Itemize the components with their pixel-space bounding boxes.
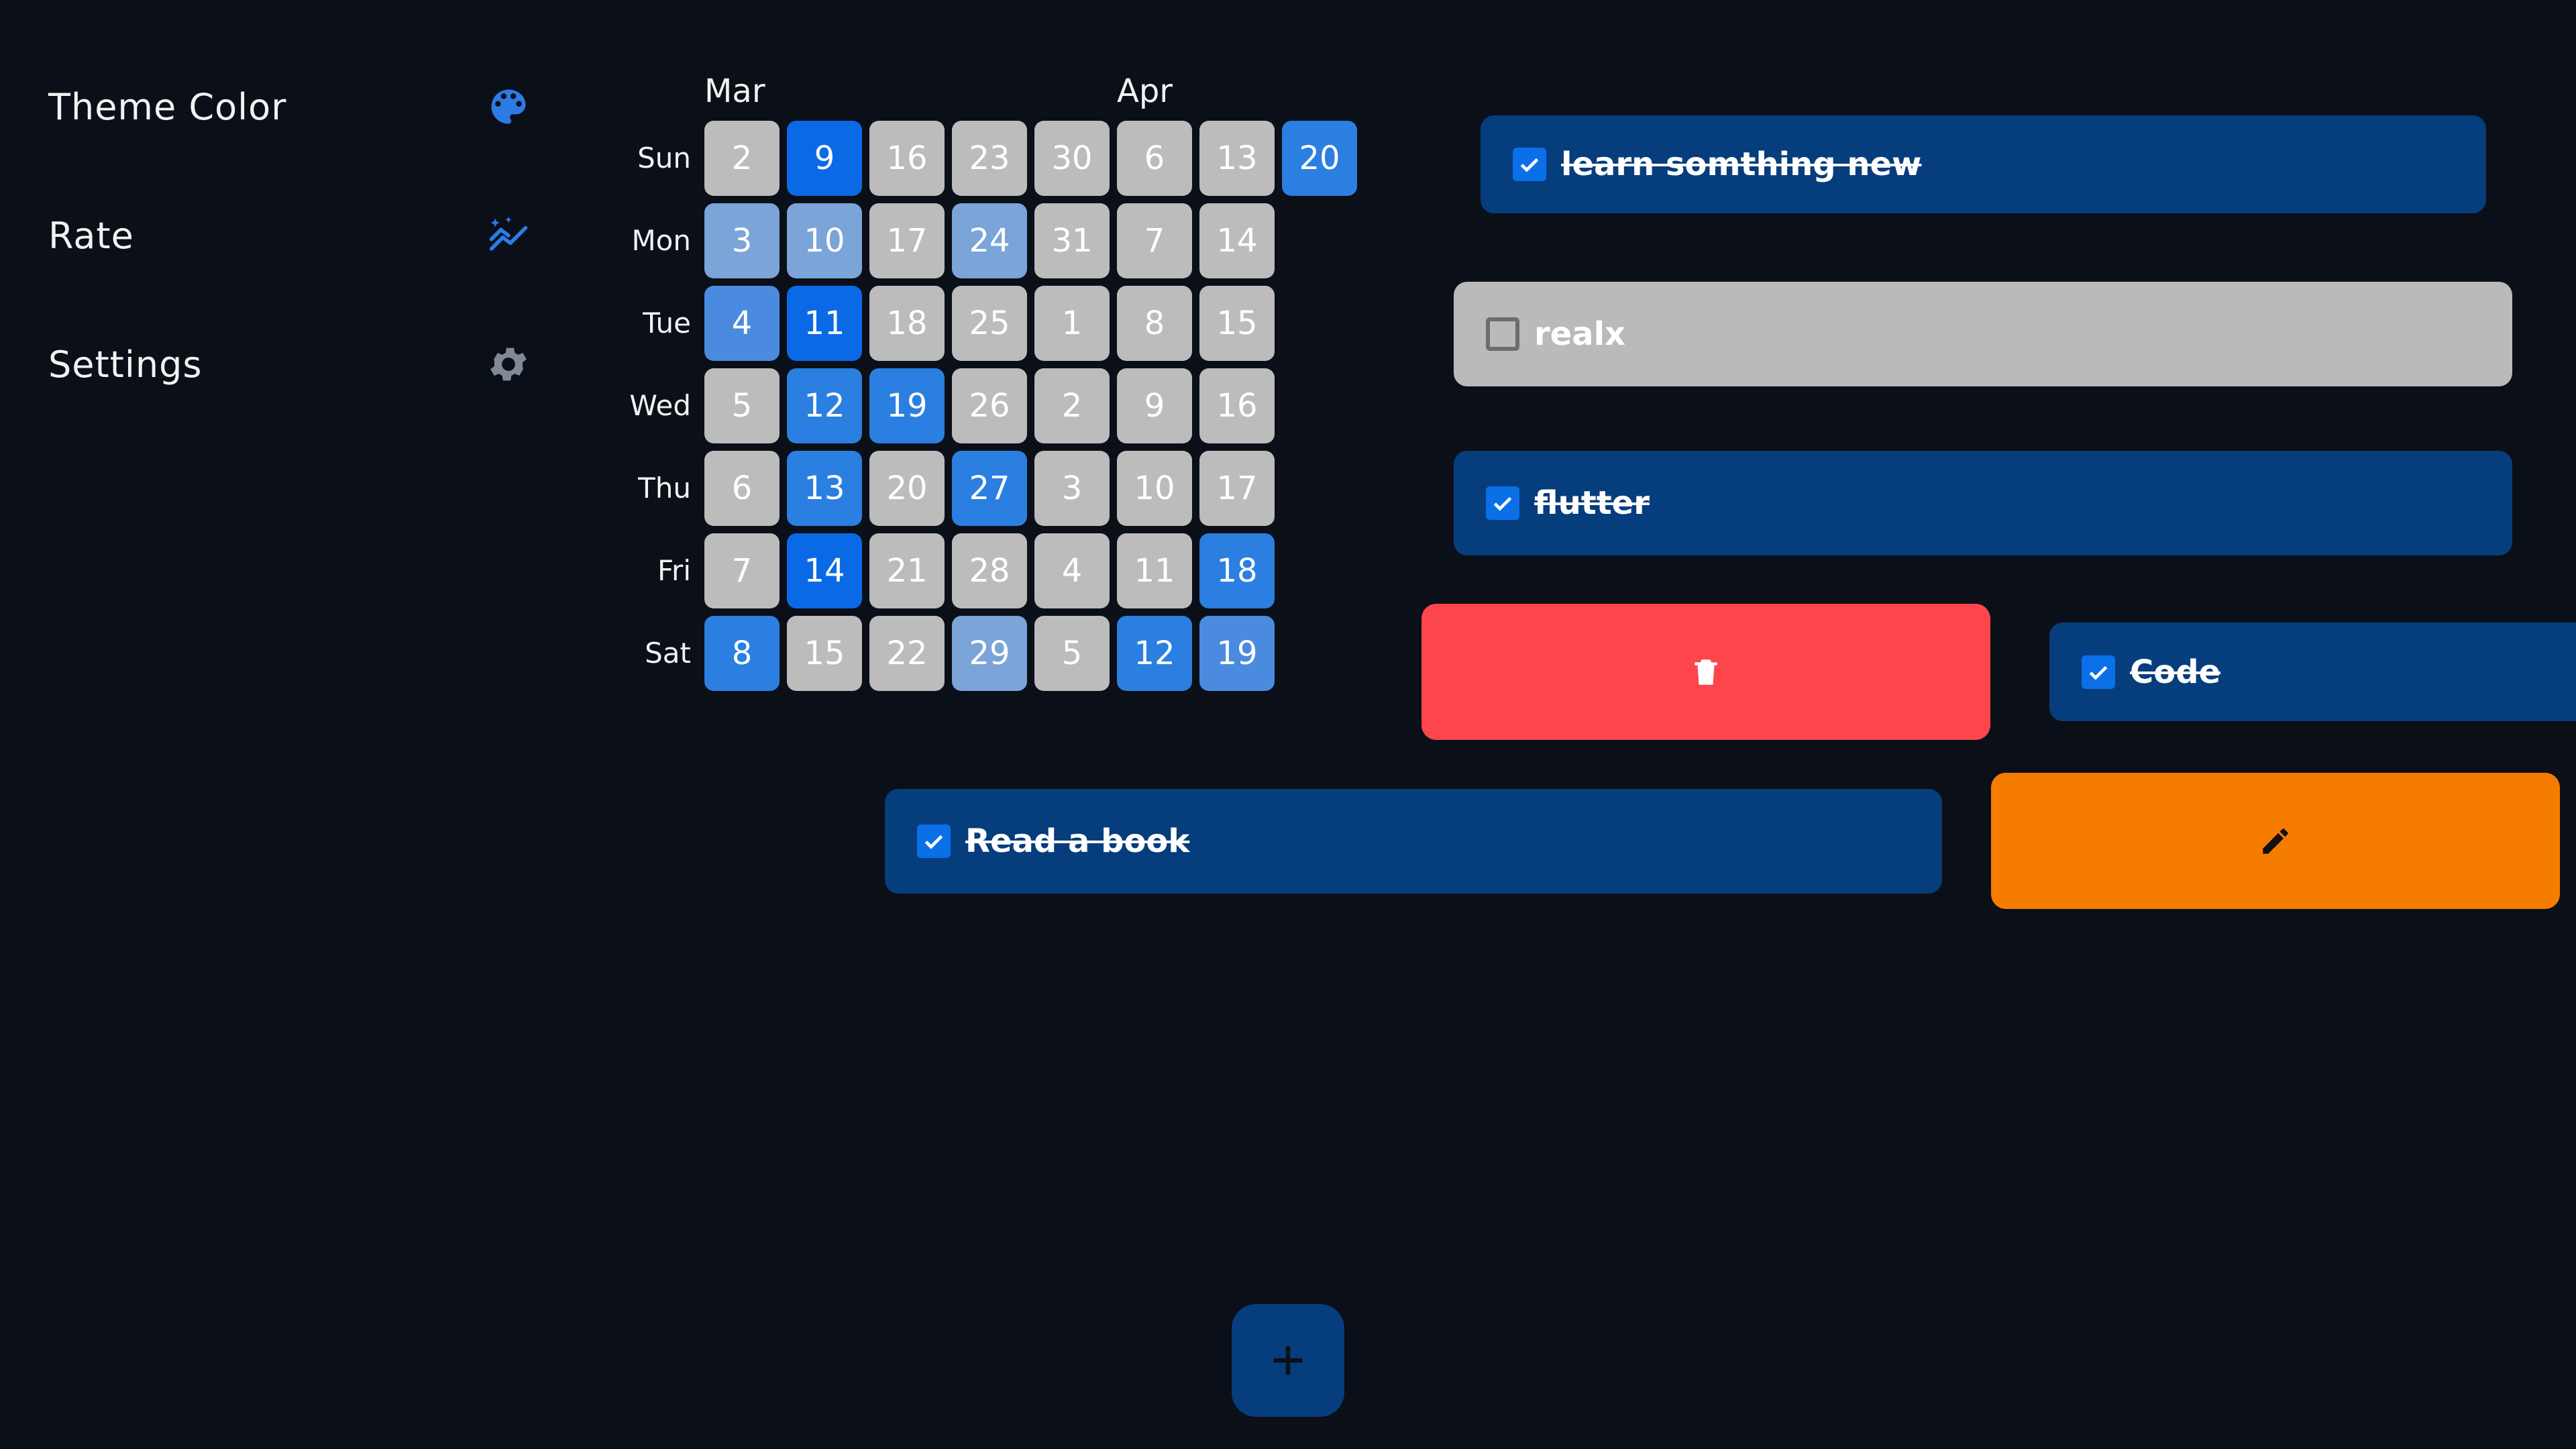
heatmap-day-cell[interactable]: 23 bbox=[952, 121, 1027, 196]
heatmap-day-cell[interactable]: 12 bbox=[1117, 616, 1192, 691]
task-checkbox[interactable] bbox=[2082, 655, 2115, 689]
task-checkbox[interactable] bbox=[917, 824, 951, 858]
heatmap-day-cell[interactable]: 31 bbox=[1034, 203, 1110, 278]
heatmap-day-cell[interactable]: 13 bbox=[1199, 121, 1275, 196]
edit-button[interactable] bbox=[1991, 773, 2560, 909]
task-label: realx bbox=[1534, 315, 1626, 353]
heatmap-day-cell[interactable]: 27 bbox=[952, 451, 1027, 526]
heatmap-day-cell[interactable]: 8 bbox=[1117, 286, 1192, 361]
heatmap-day-cell[interactable]: 18 bbox=[1199, 533, 1275, 608]
gear-icon bbox=[486, 341, 531, 387]
task-item[interactable]: flutter bbox=[1454, 451, 2512, 555]
check-icon bbox=[924, 835, 943, 849]
heatmap-day-cell[interactable]: 28 bbox=[952, 533, 1027, 608]
delete-button[interactable] bbox=[1421, 604, 1990, 740]
menu-item-label: Rate bbox=[48, 214, 134, 257]
plus-icon bbox=[1273, 1346, 1303, 1375]
menu-item-label: Settings bbox=[48, 343, 203, 386]
heatmap-day-cell[interactable]: 10 bbox=[1117, 451, 1192, 526]
menu-item-label: Theme Color bbox=[48, 85, 287, 128]
heatmap-day-cell[interactable]: 2 bbox=[1034, 368, 1110, 443]
heatmap-day-cell[interactable]: 24 bbox=[952, 203, 1027, 278]
task-checkbox[interactable] bbox=[1513, 148, 1546, 181]
heatmap-day-cell[interactable]: 17 bbox=[869, 203, 945, 278]
heatmap-day-cell[interactable]: 5 bbox=[1034, 616, 1110, 691]
heatmap-day-cell[interactable]: 8 bbox=[704, 616, 780, 691]
heatmap-day-cell[interactable]: 2 bbox=[704, 121, 780, 196]
pencil-icon bbox=[2263, 828, 2288, 854]
task-label: Read a book bbox=[965, 822, 1190, 860]
menu-item-settings[interactable]: Settings bbox=[48, 327, 531, 401]
heatmap-day-cell[interactable]: 26 bbox=[952, 368, 1027, 443]
weekday-label: Mon bbox=[631, 224, 691, 257]
task-label: learn somthing new bbox=[1561, 146, 1922, 183]
heatmap-day-cell[interactable]: 3 bbox=[704, 203, 780, 278]
task-item[interactable]: Read a book bbox=[885, 789, 1942, 894]
palette-icon bbox=[486, 84, 531, 129]
heatmap-day-cell[interactable]: 10 bbox=[787, 203, 862, 278]
heatmap-day-cell[interactable]: 6 bbox=[704, 451, 780, 526]
heatmap-day-cell[interactable]: 25 bbox=[952, 286, 1027, 361]
task-item[interactable]: learn somthing new bbox=[1481, 115, 2486, 213]
heatmap-day-cell[interactable]: 21 bbox=[869, 533, 945, 608]
task-item[interactable]: Code bbox=[2049, 623, 2576, 721]
check-icon bbox=[1493, 496, 1512, 511]
heatmap-day-cell[interactable]: 20 bbox=[1282, 121, 1357, 196]
weekday-label: Sun bbox=[637, 142, 691, 174]
menu-item-rate[interactable]: Rate bbox=[48, 199, 531, 272]
heatmap-day-cell[interactable]: 19 bbox=[1199, 616, 1275, 691]
heatmap-day-cell[interactable]: 15 bbox=[1199, 286, 1275, 361]
task-label: flutter bbox=[1534, 484, 1650, 522]
heatmap-day-cell[interactable]: 7 bbox=[1117, 203, 1192, 278]
heatmap-day-cell[interactable]: 7 bbox=[704, 533, 780, 608]
weekday-label: Fri bbox=[657, 554, 691, 587]
heatmap-day-cell[interactable]: 11 bbox=[787, 286, 862, 361]
heatmap-day-cell[interactable]: 12 bbox=[787, 368, 862, 443]
check-icon bbox=[1520, 158, 1539, 172]
heatmap-day-cell[interactable]: 19 bbox=[869, 368, 945, 443]
heatmap-day-cell[interactable]: 4 bbox=[704, 286, 780, 361]
heatmap-day-cell[interactable]: 13 bbox=[787, 451, 862, 526]
weekday-label: Thu bbox=[638, 472, 691, 504]
heatmap-day-cell[interactable]: 14 bbox=[787, 533, 862, 608]
heatmap-day-cell[interactable]: 9 bbox=[1117, 368, 1192, 443]
weekday-label: Wed bbox=[629, 389, 691, 422]
sparkle-chart-icon bbox=[486, 213, 531, 258]
heatmap-day-cell[interactable]: 30 bbox=[1034, 121, 1110, 196]
trash-icon bbox=[1695, 659, 1717, 685]
heatmap-day-cell[interactable]: 5 bbox=[704, 368, 780, 443]
month-label: Mar bbox=[704, 72, 765, 110]
weekday-label: Sat bbox=[645, 637, 691, 669]
menu-item-theme-color[interactable]: Theme Color bbox=[48, 70, 531, 144]
heatmap-day-cell[interactable]: 9 bbox=[787, 121, 862, 196]
heatmap-day-cell[interactable]: 11 bbox=[1117, 533, 1192, 608]
heatmap-day-cell[interactable]: 15 bbox=[787, 616, 862, 691]
task-item[interactable]: realx bbox=[1454, 282, 2512, 386]
heatmap-day-cell[interactable]: 16 bbox=[1199, 368, 1275, 443]
check-icon bbox=[2089, 665, 2108, 680]
heatmap-day-cell[interactable]: 1 bbox=[1034, 286, 1110, 361]
heatmap-day-cell[interactable]: 16 bbox=[869, 121, 945, 196]
heatmap-day-cell[interactable]: 18 bbox=[869, 286, 945, 361]
add-task-button[interactable] bbox=[1232, 1304, 1344, 1417]
month-label: Apr bbox=[1117, 72, 1173, 110]
heatmap-day-cell[interactable]: 17 bbox=[1199, 451, 1275, 526]
heatmap-day-cell[interactable]: 14 bbox=[1199, 203, 1275, 278]
app-root: Theme Color Rate Settings Mar Apr Sun Mo… bbox=[0, 0, 2576, 1449]
task-checkbox[interactable] bbox=[1486, 486, 1519, 520]
heatmap-day-cell[interactable]: 4 bbox=[1034, 533, 1110, 608]
task-checkbox[interactable] bbox=[1486, 317, 1519, 351]
heatmap-day-cell[interactable]: 29 bbox=[952, 616, 1027, 691]
heatmap-day-cell[interactable]: 20 bbox=[869, 451, 945, 526]
heatmap-day-cell[interactable]: 6 bbox=[1117, 121, 1192, 196]
heatmap-day-cell[interactable]: 3 bbox=[1034, 451, 1110, 526]
weekday-label: Tue bbox=[643, 307, 691, 339]
task-label: Code bbox=[2130, 653, 2221, 691]
heatmap-day-cell[interactable]: 22 bbox=[869, 616, 945, 691]
